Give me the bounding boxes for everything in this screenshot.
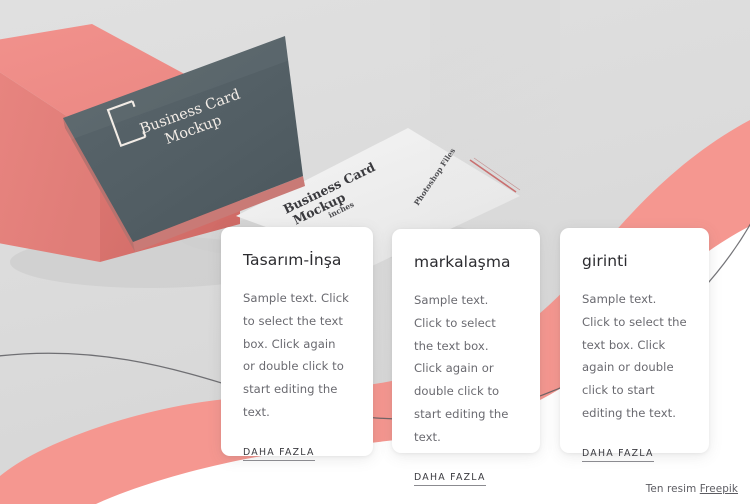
card-read-more-link[interactable]: DAHA FAZLA [243, 447, 315, 462]
card-body-text: Sample text. Click to select the text bo… [414, 292, 509, 445]
card-body-text: Sample text. Click to select the text bo… [582, 291, 687, 421]
feature-card-1[interactable]: Tasarım-İnşa Sample text. Click to selec… [221, 227, 373, 462]
page-stage: Business Card Mockup inches Photoshop Fi… [0, 0, 750, 504]
image-credit: Ten resim Freepik [646, 483, 738, 495]
card-read-more-link[interactable]: DAHA FAZLA [414, 472, 486, 487]
feature-card-2[interactable]: markalaşma Sample text. Click to select … [392, 229, 540, 487]
card-body-text: Sample text. Click to select the text bo… [243, 290, 349, 420]
image-credit-prefix: Ten resim [645, 483, 697, 495]
card-title: girinti [582, 252, 628, 270]
card-title: Tasarım-İnşa [243, 251, 342, 269]
feature-card-3[interactable]: girinti Sample text. Click to select the… [560, 228, 709, 463]
card-read-more-link[interactable]: DAHA FAZLA [582, 448, 654, 463]
feature-cards-group: Tasarım-İnşa Sample text. Click to selec… [0, 0, 750, 504]
card-title: markalaşma [414, 253, 511, 271]
freepik-link[interactable]: Freepik [700, 483, 738, 495]
